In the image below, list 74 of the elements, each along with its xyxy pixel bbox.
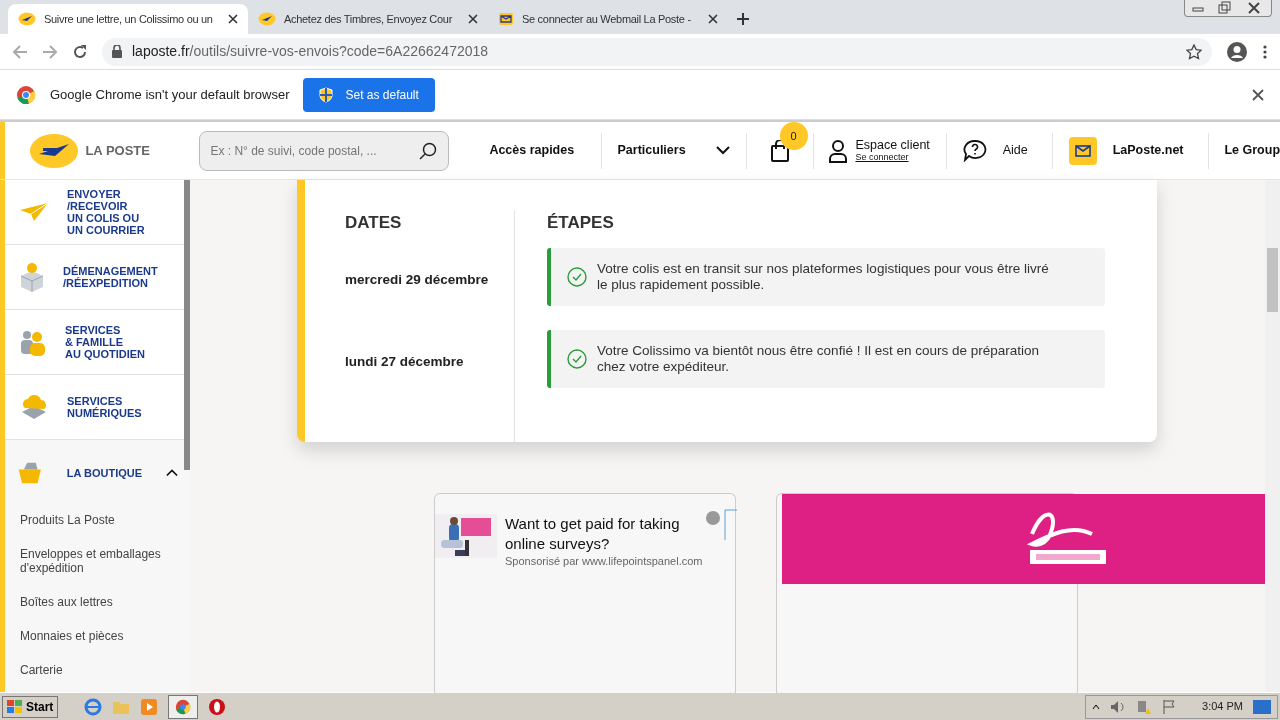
browser-icon[interactable] [84, 697, 103, 716]
envelope-icon [498, 11, 514, 27]
help-icon[interactable] [962, 139, 987, 162]
infobar-message: Google Chrome isn't your default browser [50, 85, 290, 104]
browser-tab[interactable]: Se connecter au Webmail La Poste - [488, 4, 728, 34]
event-date: mercredi 29 décembre [345, 271, 490, 290]
step-text: Votre colis est en transit sur nos plateformes logistiques pour vous être livré le plus rapidement possible. [597, 260, 1049, 293]
sidebar-subitem[interactable]: Carterie [5, 663, 190, 677]
start-button[interactable]: Start [2, 695, 59, 718]
nav-link[interactable]: Accès rapides [473, 141, 585, 160]
sidebar-subitem[interactable]: Monnaies et pièces [5, 629, 190, 643]
cart-count-badge: 0 [779, 121, 808, 150]
nav-dropdown[interactable]: Particuliers [617, 141, 730, 160]
speaker-icon[interactable] [1110, 699, 1127, 714]
sidebar-subitem[interactable]: Enveloppes et emballages d'expédition [5, 547, 190, 575]
search-icon[interactable] [419, 141, 438, 160]
event-date: lundi 27 décembre [345, 353, 465, 372]
envelope-icon[interactable] [1068, 136, 1097, 165]
show-desktop-icon[interactable] [1253, 699, 1271, 714]
step-text: Votre Colissimo va bientôt nous être confié ! Il est en cours de préparation chez votre expéditeur. [597, 342, 1039, 375]
people-icon [19, 328, 47, 356]
help-link[interactable]: Aide [1002, 141, 1028, 160]
box-icon [19, 262, 45, 292]
browser-tab[interactable]: Suivre une lettre, un Colissimo ou un [8, 4, 248, 34]
close-icon[interactable] [1252, 88, 1264, 101]
url-text: laposte.fr/outils/suivre-vos-envois?code=6A22662472018 [132, 42, 489, 61]
new-tab-icon[interactable] [736, 12, 750, 26]
ad-sponsor: Sponsorisé par www.lifepointspanel.com [505, 554, 704, 568]
check-circle-icon [567, 266, 587, 287]
chrome-logo-icon [16, 84, 36, 105]
shield-icon [319, 86, 334, 103]
scrollbar-thumb[interactable] [1267, 248, 1278, 312]
opera-icon[interactable] [208, 697, 227, 716]
nav-link[interactable]: Le Group [1224, 141, 1280, 160]
login-link[interactable]: Se connecter [855, 150, 930, 163]
bird-logo-icon [18, 12, 36, 26]
logo-text: LA POSTE [85, 141, 150, 160]
taskbar-button[interactable] [168, 694, 199, 719]
bird-logo-icon [258, 12, 276, 26]
chevron-down-icon [715, 146, 730, 155]
profile-icon[interactable] [1226, 40, 1248, 63]
ad-headline[interactable]: Want to get paid for taking online surveys? [505, 514, 705, 554]
chrome-logo-icon [175, 698, 192, 715]
sidebar-subitem[interactable]: Produits La Poste [5, 513, 190, 527]
chevron-up-icon[interactable] [1092, 702, 1101, 711]
close-icon[interactable] [468, 14, 478, 24]
mail-link[interactable]: LaPoste.net [1112, 141, 1184, 160]
close-icon[interactable] [228, 14, 238, 24]
sidebar-item[interactable]: SERVICES NUMÉRIQUES [67, 395, 142, 419]
lock-icon [112, 45, 122, 58]
menu-icon[interactable] [1262, 43, 1268, 60]
windows-logo-icon [7, 699, 23, 714]
sidebar-item[interactable]: LA BOUTIQUE [66, 466, 143, 479]
account-title: Espace client [855, 138, 930, 151]
check-circle-icon [567, 348, 587, 369]
paper-plane-icon [19, 202, 49, 222]
user-icon[interactable] [829, 138, 848, 163]
sidebar-subitem[interactable]: Boîtes aux lettres [5, 595, 190, 609]
sidebar-item[interactable]: DÉMENAGEMENT /RÉEXPEDITION [63, 265, 158, 289]
star-icon[interactable] [1186, 43, 1202, 60]
bag-icon[interactable] [770, 139, 789, 162]
search-field[interactable]: Ex : N° de suivi, code postal, ... [199, 130, 450, 171]
set-default-button[interactable]: Set as default [303, 77, 435, 112]
clock-text: 3:04 PM [1202, 699, 1243, 715]
close-icon[interactable] [708, 14, 718, 24]
bird-logo-icon [29, 131, 80, 170]
column-heading: DATES [345, 212, 403, 234]
browser-tab[interactable]: Achetez des Timbres, Envoyez Cour [248, 4, 488, 34]
ad-choices-icon[interactable] [705, 508, 737, 542]
chevron-up-icon[interactable] [166, 468, 178, 477]
reload-icon[interactable] [72, 43, 88, 60]
column-heading: ÉTAPES [547, 212, 615, 234]
address-bar[interactable]: laposte.fr/outils/suivre-vos-envois?code=6A22662472018 [102, 37, 1212, 66]
flag-icon[interactable] [1162, 698, 1177, 715]
